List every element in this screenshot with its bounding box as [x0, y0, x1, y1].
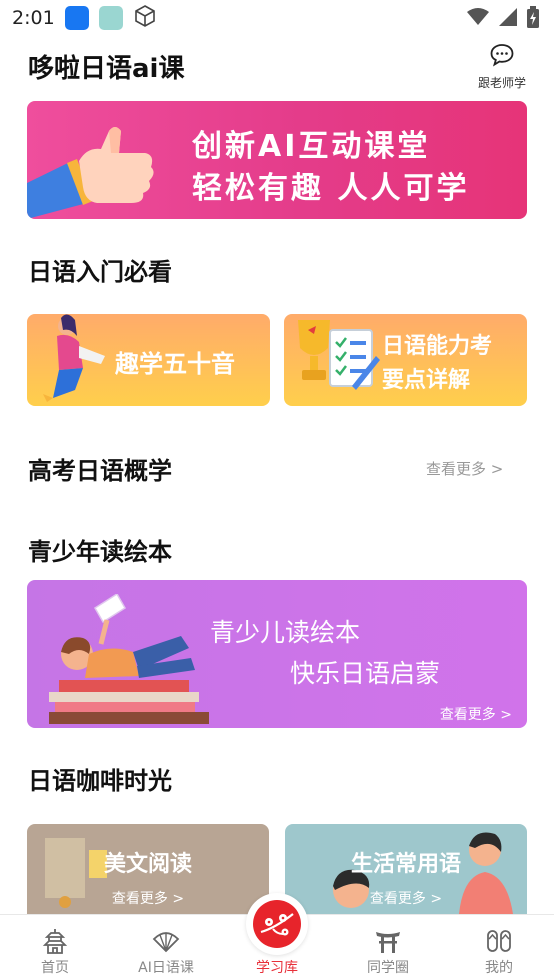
reading-card[interactable]: 美文阅读 查看更多 >: [27, 824, 269, 914]
trophy-checklist-illustration: [290, 316, 382, 400]
kids-more-link[interactable]: 查看更多 >: [440, 704, 512, 724]
hero-line-1: 创新AI互动课堂: [192, 129, 431, 164]
section-title-coffee: 日语咖啡时光: [28, 767, 172, 795]
kana-course-label: 趣学五十音: [115, 350, 235, 378]
hero-banner[interactable]: 创新AI互动课堂 轻松有趣 人人可学: [27, 101, 527, 219]
reading-card-more[interactable]: 查看更多 >: [27, 888, 269, 908]
jlpt-course-line-2: 要点详解: [382, 368, 471, 393]
fab-background: [253, 900, 301, 948]
app-notification-icon: [98, 6, 123, 30]
gaokao-more-link[interactable]: 查看更多 >: [426, 458, 503, 479]
tab-ai-course[interactable]: AI日语课: [126, 915, 206, 980]
section-title-gaokao: 高考日语概学: [28, 457, 172, 485]
fan-icon: [152, 927, 180, 955]
follow-teacher-button[interactable]: 跟老师学: [478, 42, 526, 91]
tab-library-label: 学习库: [256, 960, 298, 976]
cube-icon: [133, 4, 157, 32]
daily-phrases-card-more[interactable]: 查看更多 >: [285, 888, 527, 908]
daily-phrases-card-title: 生活常用语: [350, 852, 461, 877]
app-notification-icon: [64, 6, 89, 30]
kids-banner-line-1: 青少儿读绘本: [210, 618, 361, 647]
daily-phrases-card[interactable]: 生活常用语 查看更多 >: [285, 824, 527, 914]
wifi-icon: [466, 7, 490, 31]
follow-teacher-label: 跟老师学: [478, 76, 527, 90]
thumbs-up-illustration: [27, 111, 177, 219]
torii-icon: [374, 927, 402, 955]
sandals-icon: [485, 927, 513, 955]
app-title: 哆啦日语ai课: [28, 54, 185, 84]
tab-profile[interactable]: 我的: [459, 915, 539, 980]
hero-line-2: 轻松有趣 人人可学: [192, 171, 470, 206]
reading-child-illustration: [41, 592, 217, 728]
kids-picture-book-banner[interactable]: 青少儿读绘本 快乐日语启蒙 查看更多 >: [27, 580, 527, 728]
tab-ai-course-label: AI日语课: [138, 960, 194, 976]
cherry-blossom-icon: [259, 908, 295, 944]
kana-course-card[interactable]: 趣学五十音: [27, 314, 270, 406]
library-fab-button[interactable]: [246, 893, 308, 955]
jlpt-course-line-1: 日语能力考: [382, 334, 493, 359]
status-bar: 2:01: [0, 0, 554, 36]
tab-home[interactable]: 首页: [15, 915, 95, 980]
tab-home-label: 首页: [41, 960, 69, 976]
tab-classmates-label: 同学圈: [367, 960, 409, 976]
studying-girl-illustration: [35, 314, 115, 406]
reading-card-title: 美文阅读: [103, 852, 192, 877]
jlpt-course-card[interactable]: 日语能力考 要点详解: [284, 314, 527, 406]
section-title-intro: 日语入门必看: [28, 258, 172, 286]
tab-profile-label: 我的: [485, 960, 513, 976]
tab-classmates[interactable]: 同学圈: [348, 915, 428, 980]
kids-banner-line-2: 快乐日语启蒙: [290, 659, 441, 688]
battery-icon: [526, 6, 540, 32]
pagoda-icon: [41, 927, 69, 955]
chat-bubble-icon: [489, 44, 515, 72]
section-title-kids: 青少年读绘本: [28, 538, 172, 566]
status-time: 2:01: [12, 7, 55, 29]
signal-icon: [498, 7, 518, 31]
